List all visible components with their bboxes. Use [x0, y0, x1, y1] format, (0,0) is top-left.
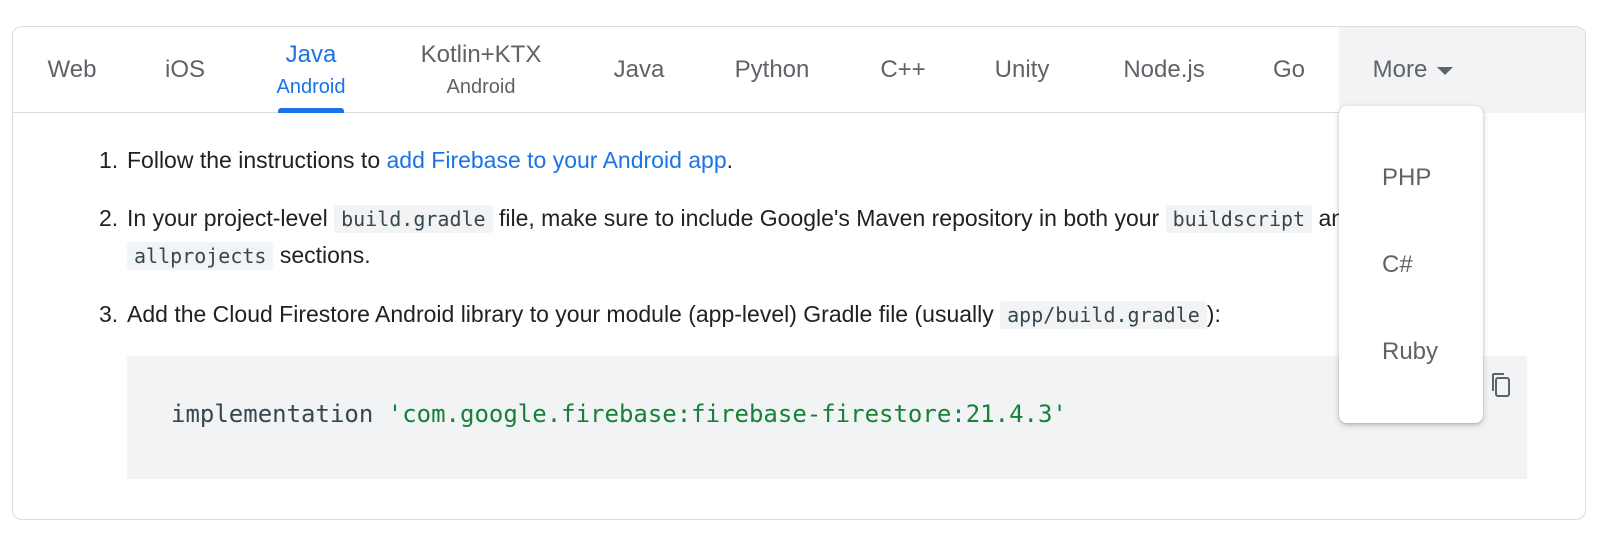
tab-sublabel: Android: [276, 76, 346, 98]
tab-sublabel: Android: [446, 76, 516, 98]
step-text: In your project-level: [127, 205, 335, 231]
dropdown-option-php[interactable]: PHP: [1382, 164, 1431, 192]
tab-label: Java: [613, 56, 665, 83]
tab-label: Kotlin+KTX: [420, 41, 542, 68]
steps-list: 1. Follow the instructions to add Fireba…: [99, 142, 1519, 333]
list-item: 1. Follow the instructions to add Fireba…: [99, 142, 1519, 178]
inline-code: allprojects: [127, 242, 274, 270]
language-tab-bar: Web iOS Java Android Kotlin+KTX Android …: [13, 27, 1585, 113]
list-item: 2. In your project-level build.gradle fi…: [99, 200, 1519, 274]
inline-code: build.gradle: [334, 205, 493, 233]
active-tab-indicator: [278, 108, 344, 113]
tab-java-android[interactable]: Java Android: [261, 27, 361, 113]
inline-code: app/build.gradle: [1000, 301, 1207, 329]
list-item: 3. Add the Cloud Firestore Android libra…: [99, 296, 1519, 333]
tab-label: C++: [880, 56, 926, 83]
tab-label: Python: [734, 56, 810, 83]
tab-kotlin-android[interactable]: Kotlin+KTX Android: [406, 27, 556, 113]
more-languages-dropdown: PHP C# Ruby: [1339, 106, 1483, 423]
code-string: 'com.google.firebase:firebase-firestore:…: [387, 400, 1067, 428]
tab-ios[interactable]: iOS: [143, 27, 227, 113]
step-number: 1.: [99, 147, 119, 173]
step-text: sections.: [273, 242, 371, 268]
tab-more[interactable]: More: [1339, 27, 1585, 113]
tab-label: Java: [285, 41, 337, 68]
tab-go[interactable]: Go: [1257, 27, 1321, 113]
step-number: 2.: [99, 205, 119, 231]
step-text: ):: [1206, 301, 1221, 327]
tab-label: Unity: [994, 56, 1050, 83]
tab-unity[interactable]: Unity: [975, 27, 1069, 113]
tab-label: More: [1372, 56, 1428, 83]
copy-icon[interactable]: [1491, 372, 1511, 398]
caret-down-icon: [1437, 66, 1454, 75]
tab-label: Web: [47, 56, 97, 83]
more-tab-content: More: [1373, 55, 1454, 85]
step-text: .: [726, 147, 734, 173]
add-firebase-link[interactable]: add Firebase to your Android app: [387, 147, 727, 173]
tab-web[interactable]: Web: [25, 27, 119, 113]
tab-label: Node.js: [1123, 56, 1205, 83]
tab-label: Go: [1272, 56, 1305, 83]
step-text: file, make sure to include Google's Mave…: [492, 205, 1166, 231]
tab-nodejs[interactable]: Node.js: [1103, 27, 1225, 113]
tab-label: iOS: [164, 56, 205, 83]
tab-java[interactable]: Java: [597, 27, 681, 113]
code-block: implementation 'com.google.firebase:fire…: [127, 356, 1527, 479]
code-snippet: implementation 'com.google.firebase:fire…: [171, 400, 1067, 428]
tab-python[interactable]: Python: [716, 27, 828, 113]
code-keyword: implementation: [171, 400, 388, 428]
step-text: Follow the instructions to: [127, 147, 387, 173]
tab-cpp[interactable]: C++: [863, 27, 943, 113]
dropdown-option-ruby[interactable]: Ruby: [1382, 338, 1438, 366]
inline-code: buildscript: [1165, 205, 1313, 233]
step-text: Add the Cloud Firestore Android library …: [127, 301, 1001, 327]
dropdown-option-csharp[interactable]: C#: [1382, 251, 1413, 279]
step-number: 3.: [99, 301, 119, 327]
